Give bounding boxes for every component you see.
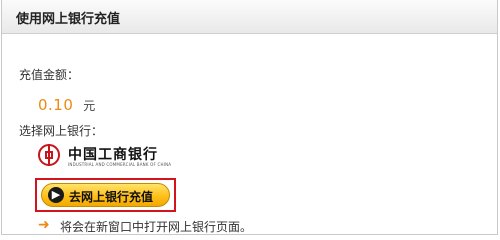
page-title: 使用网上银行充值 xyxy=(16,12,121,27)
bank-select-label: 选择网上银行： xyxy=(19,124,104,138)
amount-label: 充值金额： xyxy=(19,68,80,82)
go-online-banking-button[interactable]: ▶ 去网上银行充值 xyxy=(41,183,170,207)
arrow-right-icon: ➜ xyxy=(38,217,50,233)
icbc-emblem-icon xyxy=(38,144,60,166)
bank-name-cn: 中国工商银行 xyxy=(68,147,158,163)
icbc-bank-logo[interactable]: 中国工商银行 INDUSTRIAL AND COMMERCIAL BANK OF… xyxy=(38,143,178,169)
amount-row: 0.10 元 xyxy=(38,96,95,114)
amount-value: 0.10 xyxy=(38,96,74,114)
arrow-right-icon: ▶ xyxy=(48,187,64,203)
go-button-label: 去网上银行充值 xyxy=(69,190,154,204)
notice-text: 将会在新窗口中打开网上银行页面。 xyxy=(60,220,253,234)
panel-header: 使用网上银行充值 xyxy=(2,0,497,34)
amount-unit: 元 xyxy=(83,99,96,113)
recharge-panel: 使用网上银行充值 充值金额： 0.10 元 选择网上银行： 中国工商银行 IND… xyxy=(1,0,498,235)
bank-name-en: INDUSTRIAL AND COMMERCIAL BANK OF CHINA xyxy=(68,162,172,167)
button-highlight-frame: ▶ 去网上银行充值 xyxy=(35,178,176,212)
